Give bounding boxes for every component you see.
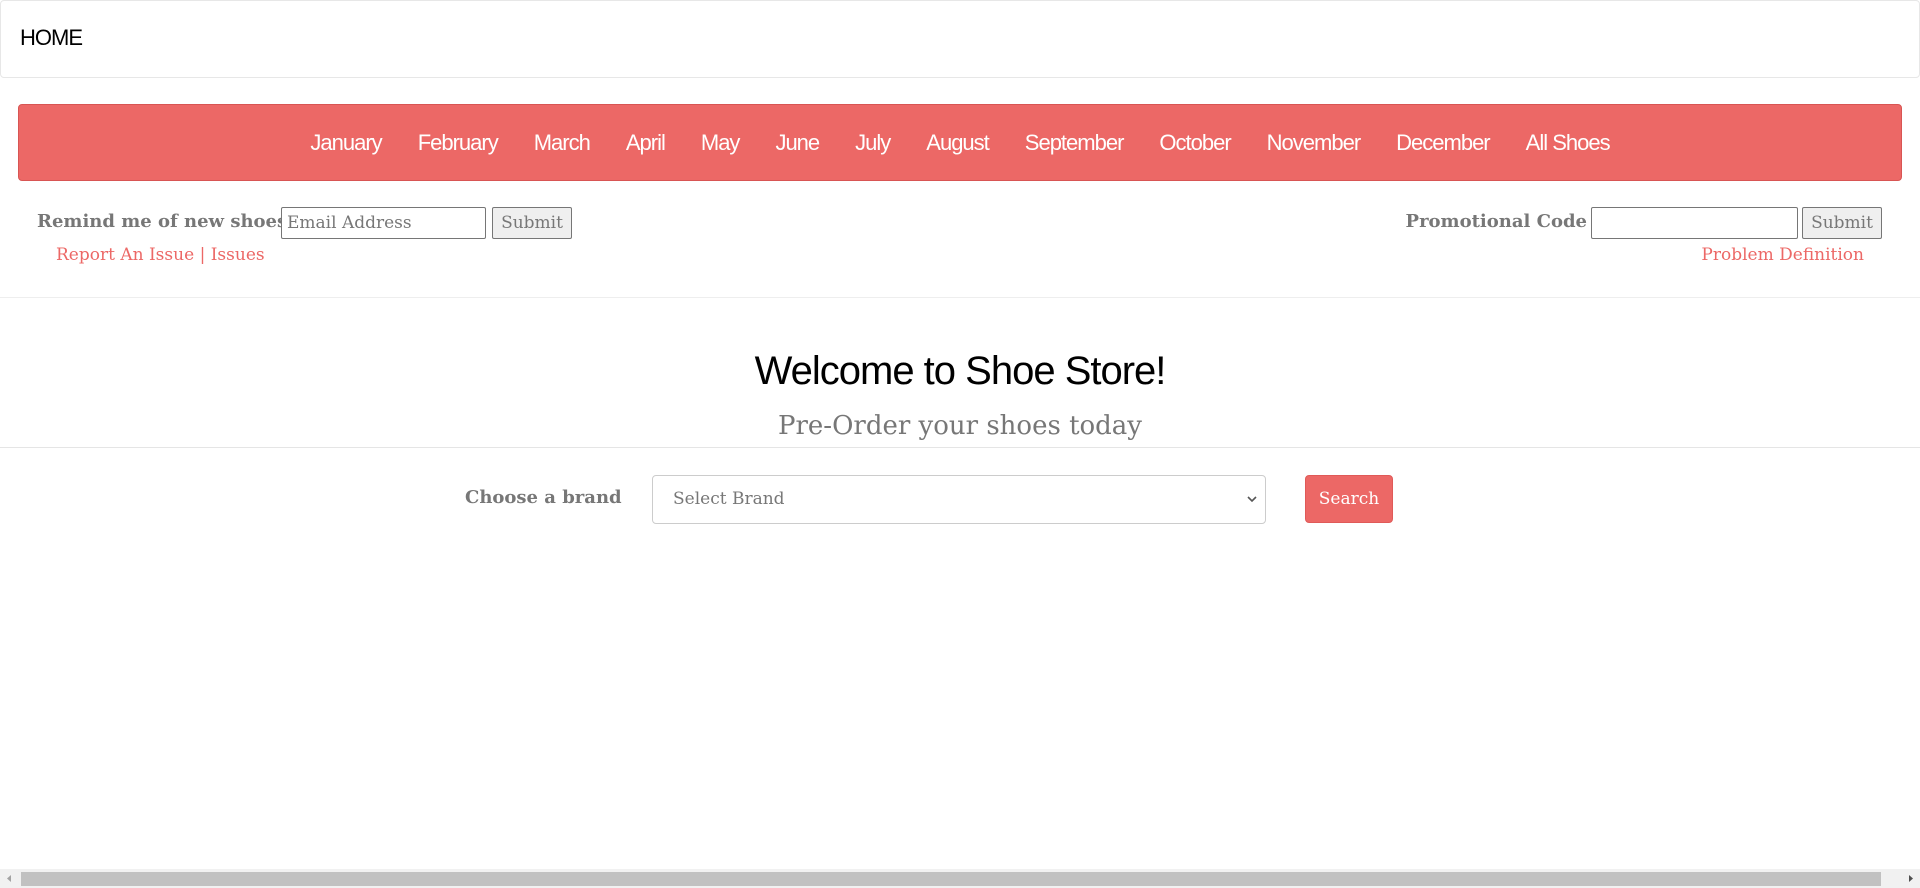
month-link-january[interactable]: January [310, 130, 382, 156]
scroll-left-arrow-icon[interactable] [0, 869, 19, 888]
section-divider [0, 297, 1920, 298]
brand-label: Choose a brand [465, 487, 622, 508]
scroll-right-arrow-icon[interactable] [1901, 869, 1920, 888]
month-link-march[interactable]: March [534, 130, 591, 156]
month-link-december[interactable]: December [1396, 130, 1490, 156]
promo-code-label: Promotional Code [1405, 211, 1587, 232]
month-link-october[interactable]: October [1159, 130, 1231, 156]
month-link-november[interactable]: November [1267, 130, 1361, 156]
email-field[interactable] [281, 207, 486, 239]
email-submit-button[interactable]: Submit [492, 207, 572, 239]
month-link-august[interactable]: August [926, 130, 989, 156]
home-link[interactable]: HOME [20, 25, 83, 51]
month-link-june[interactable]: June [775, 130, 820, 156]
month-link-july[interactable]: July [855, 130, 891, 156]
chevron-down-icon [1247, 496, 1257, 503]
issue-links: Report An Issue | Issues [56, 245, 265, 265]
promo-code-field[interactable] [1591, 207, 1798, 239]
page-title: Welcome to Shoe Store! [754, 349, 1167, 393]
month-link-all-shoes[interactable]: All Shoes [1526, 130, 1611, 156]
month-link-september[interactable]: September [1025, 130, 1125, 156]
month-nav-bar: January February March April May June Ju… [18, 104, 1902, 181]
brand-select-value: Select Brand [673, 489, 785, 509]
link-separator: | [199, 245, 206, 265]
remind-label: Remind me of new shoes [37, 211, 288, 232]
promo-submit-button[interactable]: Submit [1802, 207, 1882, 239]
page-subtitle: Pre-Order your shoes today [777, 411, 1142, 441]
horizontal-scrollbar[interactable] [0, 869, 1920, 888]
scrollbar-thumb[interactable] [21, 872, 1881, 886]
top-navbar: HOME [0, 0, 1920, 78]
month-link-february[interactable]: February [418, 130, 499, 156]
brand-select[interactable]: Select Brand [652, 475, 1266, 524]
section-divider [0, 447, 1920, 448]
search-button[interactable]: Search [1305, 475, 1393, 523]
issues-link[interactable]: Issues [211, 245, 265, 265]
month-link-may[interactable]: May [701, 130, 741, 156]
problem-definition-link[interactable]: Problem Definition [1701, 245, 1864, 265]
month-link-april[interactable]: April [626, 130, 666, 156]
report-issue-link[interactable]: Report An Issue [56, 245, 194, 265]
